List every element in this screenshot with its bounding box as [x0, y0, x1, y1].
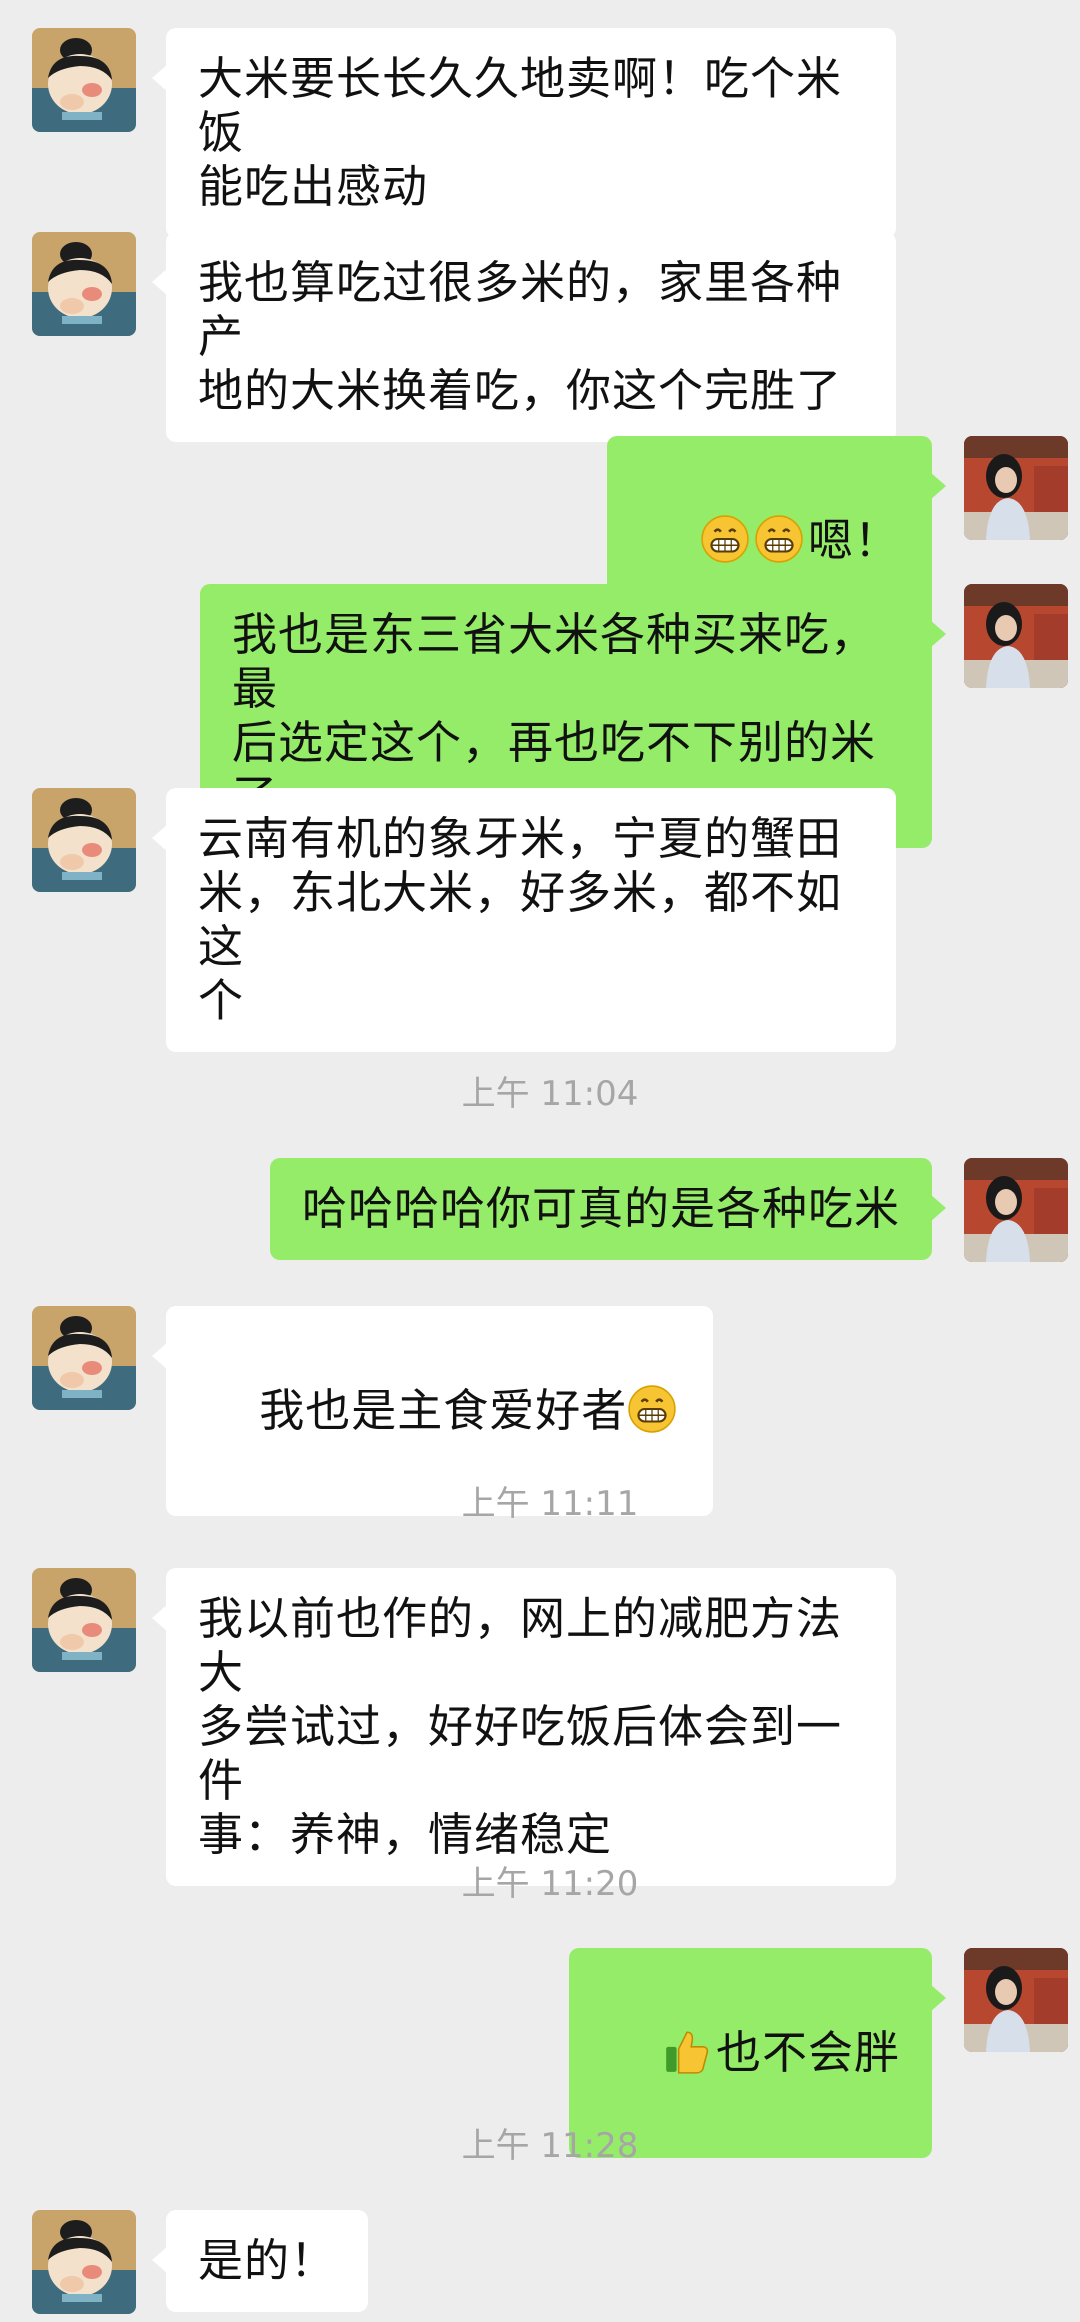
my-avatar[interactable]	[964, 436, 1068, 540]
contact-avatar[interactable]	[32, 788, 136, 892]
timestamp: 上午 11:28	[461, 2126, 639, 2166]
message-text: 我也是主食爱好者	[259, 1384, 628, 1437]
timestamp: 上午 11:20	[461, 1864, 639, 1904]
outgoing-message-bubble[interactable]: 哈哈哈哈你可真的是各种吃米	[269, 1158, 947, 1260]
timestamp: 上午 11:04	[461, 1074, 639, 1114]
contact-avatar[interactable]	[32, 1306, 136, 1410]
contact-avatar[interactable]	[32, 2210, 136, 2314]
incoming-message-bubble[interactable]: 是的！	[151, 2210, 369, 2312]
my-avatar[interactable]	[964, 1948, 1068, 2052]
thumbs-up-emoji-icon	[662, 2026, 712, 2076]
contact-avatar[interactable]	[32, 232, 136, 336]
my-avatar[interactable]	[964, 1158, 1068, 1262]
grin-emoji-icon	[627, 1384, 677, 1434]
message-text: 嗯！	[807, 514, 900, 567]
incoming-message-bubble[interactable]: 大米要长长久久地卖啊！吃个米饭 能吃出感动	[152, 28, 896, 238]
my-avatar[interactable]	[964, 584, 1068, 688]
grin-emoji-icon	[700, 514, 750, 564]
incoming-message-bubble[interactable]: 我以前也作的，网上的减肥方法大 多尝试过，好好吃饭后体会到一件 事：养神，情绪稳…	[152, 1568, 896, 1886]
contact-avatar[interactable]	[32, 1568, 136, 1672]
contact-avatar[interactable]	[32, 28, 136, 132]
message-text: 也不会胖	[715, 2026, 900, 2079]
grin-emoji-icon	[754, 514, 804, 564]
timestamp: 上午 11:11	[461, 1484, 639, 1524]
incoming-message-bubble[interactable]: 我也算吃过很多米的，家里各种产 地的大米换着吃，你这个完胜了	[152, 232, 896, 442]
incoming-message-bubble[interactable]: 云南有机的象牙米，宁夏的蟹田 米，东北大米，好多米，都不如这 个	[152, 788, 896, 1052]
